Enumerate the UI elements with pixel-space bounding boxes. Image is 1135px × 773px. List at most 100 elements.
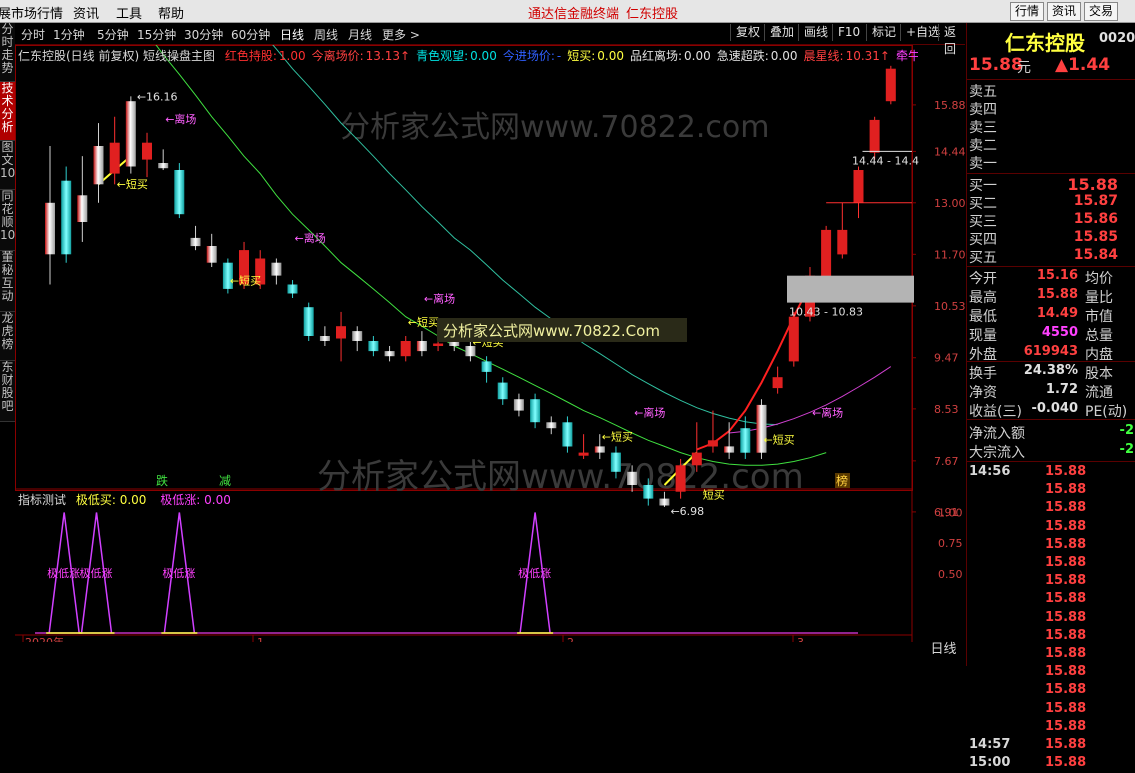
candle[interactable] [562,416,573,453]
menu-tools[interactable]: 工具 [116,3,142,22]
tick-row: 15.88 [967,719,1135,737]
stat-label: 收益(三) [969,404,1022,420]
indicator-label: 品红离场: [629,49,683,63]
tick-row: 15.88 [967,482,1135,500]
tab-dragon-tiger[interactable]: 龙虎榜 [0,312,15,361]
overlay-button[interactable]: 叠加 [764,24,799,41]
buy-label: 买一 [969,178,997,194]
menu-help[interactable]: 帮助 [158,3,184,22]
indicator-value: 0.00 [684,49,711,63]
candle[interactable] [303,302,314,341]
mark-button[interactable]: 标记 [866,24,901,41]
x-tick-label: 1 [257,636,264,642]
tab-graphic-text[interactable]: 图文10 [0,141,15,190]
indicator-value: - [556,49,562,63]
candle[interactable] [319,326,330,347]
price-unit: 元 [1017,60,1031,76]
tab-guba[interactable]: 东财股吧 [0,361,15,422]
leave-signal: ←离场 [634,405,665,419]
indicator-label: 短买: [567,49,596,63]
candle[interactable] [691,422,702,472]
candle[interactable] [885,65,896,105]
tick-row: 15.88 [967,610,1135,628]
candle[interactable] [756,399,767,459]
period-1min[interactable]: 1分钟 [53,26,85,43]
period-weekly[interactable]: 周线 [314,26,338,43]
tick-price: 15.88 [1045,573,1087,589]
candle[interactable] [707,410,718,453]
candle-body [142,142,152,160]
candle-body [546,422,557,429]
candle-body [869,119,880,153]
candle[interactable] [546,416,557,435]
candle[interactable] [384,346,395,362]
candle[interactable] [206,233,217,268]
period-60min[interactable]: 60分钟 [231,26,270,43]
candle[interactable] [77,156,88,242]
candle[interactable] [368,336,379,357]
candle[interactable] [530,393,541,429]
box-range-label: 10.43 - 10.83 [789,306,863,319]
low-price-label: ←6.98 [670,505,704,518]
period-daily[interactable]: 日线 [280,26,304,43]
stat-value: 15.16 [1036,268,1078,283]
tick-row: 15.88 [967,628,1135,646]
candle[interactable] [93,123,104,203]
candle[interactable] [61,166,72,263]
candle-body [853,170,864,203]
stat-label: 今开 [969,271,997,287]
candle[interactable] [513,393,524,417]
candle[interactable] [287,280,298,299]
stat-row: 收益(三) -0.040 PE(动) [967,401,1135,420]
period-monthly[interactable]: 月线 [348,26,372,43]
candle[interactable] [853,166,864,219]
price-chart[interactable]: 分析家公式网www.70822.com 分析家公式网www.70822.com ←… [15,45,966,642]
candle[interactable] [142,132,152,178]
menu-news[interactable]: 资讯 [73,3,99,22]
tab-technical[interactable]: 技术分析 [0,82,15,141]
adjust-button[interactable]: 复权 [730,24,765,41]
period-15min[interactable]: 15分钟 [137,26,176,43]
y-tick-label: 10.53 [934,300,966,313]
candle[interactable] [416,331,427,357]
candle[interactable] [125,96,136,174]
indicator-label: 今离场价: [311,49,364,63]
stat-row: 净资 1.72 流通 [967,382,1135,401]
candle[interactable] [271,258,282,285]
tab-daily-bottom[interactable]: 日线 [922,640,965,660]
news-button[interactable]: 资讯 [1047,2,1082,21]
period-intraday[interactable]: 分时 [21,26,45,43]
candle-body [303,307,314,336]
period-30min[interactable]: 30分钟 [184,26,223,43]
die-marker: 跌 [156,473,168,488]
candle[interactable] [400,336,411,362]
candle[interactable] [336,311,346,362]
market-button[interactable]: 行情 [1010,2,1045,21]
candle[interactable] [578,434,589,459]
candle[interactable] [158,149,169,171]
candle[interactable] [45,146,55,285]
draw-button[interactable]: 画线 [798,24,833,41]
candle[interactable] [740,416,751,459]
tab-tonghuashun[interactable]: 同花顺10 [0,190,15,251]
candle[interactable] [837,202,848,259]
period-more[interactable]: 更多 > [382,26,420,43]
candle[interactable] [772,366,783,394]
candle[interactable] [174,163,185,219]
candle[interactable] [352,326,363,352]
tab-intraday[interactable]: 分时走势 [0,23,15,82]
tick-price: 15.88 [1045,664,1087,680]
stat-label-right: 均价 [1085,271,1113,287]
period-5min[interactable]: 5分钟 [97,26,129,43]
candle[interactable] [497,377,508,405]
candle[interactable] [788,311,799,367]
candle[interactable] [869,116,880,160]
back-button[interactable]: 返回 [938,24,965,56]
trade-button[interactable]: 交易 [1084,2,1119,21]
sell-label: 卖四 [969,102,997,118]
candle-body [643,485,654,499]
f10-button[interactable]: F10 [832,24,865,41]
sell-label: 卖一 [969,156,997,172]
candle[interactable] [190,225,201,251]
tab-secretary[interactable]: 董秘互动 [0,251,15,312]
